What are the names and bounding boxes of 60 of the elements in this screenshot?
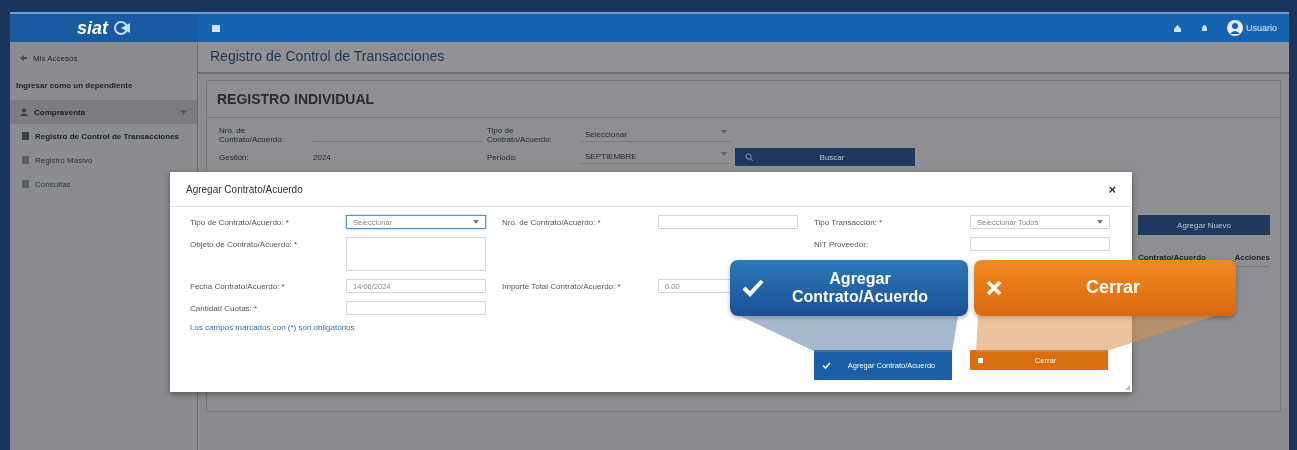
menu-icon <box>212 24 220 32</box>
siat-logo-text: siat <box>77 17 108 39</box>
sidebar-heading: Ingresar como un dependiente <box>15 79 134 92</box>
field-label: Importe Total Contrato/Acuerdo: * <box>502 281 622 293</box>
add-new-button[interactable]: Agregar Nuevo <box>1138 215 1270 235</box>
callout-tooltip: Agregar Contrato/Acuerdo <box>730 260 968 316</box>
dialog-title: Agregar Contrato/Acuerdo <box>186 183 303 195</box>
field-label: Tipo Transacción: * <box>814 217 884 229</box>
check-icon <box>742 279 764 297</box>
avatar-icon <box>1227 20 1243 36</box>
text-area[interactable] <box>346 237 486 271</box>
home-button[interactable] <box>1173 23 1182 33</box>
field-label: Tipo de Contrato/Acuerdo: * <box>190 217 290 229</box>
sidebar-item[interactable]: Registro de Control de Transacciones <box>10 124 190 148</box>
input-field[interactable] <box>346 301 486 315</box>
sidebar-item[interactable]: Mis Accesos <box>10 46 88 70</box>
field-label: NIT Proveedor: <box>814 239 870 251</box>
document-icon <box>22 132 29 140</box>
filter-label: Nro. de Contrato/Acuerdo: <box>219 126 285 144</box>
caret-icon <box>1097 220 1103 224</box>
menu-button[interactable] <box>212 24 220 32</box>
filter-value: 2024 <box>313 152 332 162</box>
resize-grip-icon <box>1125 385 1130 390</box>
document-icon <box>22 180 29 188</box>
bell-icon <box>1200 23 1209 33</box>
user-menu[interactable]: Usuario <box>1227 20 1277 36</box>
filter-label: Tipo de Contrato/Acuerdo: <box>487 126 553 144</box>
document-icon <box>22 156 29 164</box>
input-field[interactable] <box>970 237 1110 251</box>
section-title: REGISTRO INDIVIDUAL <box>207 81 1280 118</box>
caret-icon <box>473 220 479 224</box>
sidebar-item[interactable]: Registro Masivo <box>10 148 103 172</box>
check-icon <box>822 361 831 369</box>
column-header: Acciones <box>1234 253 1270 262</box>
search-icon <box>745 153 753 161</box>
home-icon <box>1173 23 1182 33</box>
callout-tooltip: Cerrar <box>974 260 1236 316</box>
field-label: Fecha Contrato/Acuerdo: * <box>190 281 286 293</box>
filter-label: Gestión: <box>219 152 250 162</box>
filter-dropdown[interactable]: SEPTIEMBRE <box>581 150 731 164</box>
close-button[interactable]: × <box>1108 181 1116 197</box>
close-icon <box>986 280 1002 296</box>
column-header: Contrato/Acuerdo <box>1138 253 1206 262</box>
sidebar-item[interactable]: Consultas <box>10 172 81 196</box>
caret-icon <box>721 130 727 134</box>
field-label: Nro. de Contrato/Acuerdo: * <box>502 217 602 229</box>
person-icon <box>20 108 28 116</box>
field-label: Objeto de Contrato/Acuerdo: * <box>190 239 299 251</box>
sidebar-group[interactable]: Compraventa <box>10 100 197 124</box>
filter-dropdown[interactable]: Seleccionar <box>581 128 731 142</box>
required-note: Los campos marcados con (*) son obligatorios <box>190 323 355 332</box>
filter-label: Periodo: <box>487 152 518 162</box>
notifications-button[interactable] <box>1200 23 1209 33</box>
logo-icon <box>113 20 131 36</box>
search-button[interactable]: Buscar <box>735 148 915 166</box>
arrow-icon <box>20 55 27 61</box>
field-label: Cantidad Cuotas: * <box>190 303 259 315</box>
page-title: Registro de Control de Transacciones <box>198 42 1289 74</box>
caret-icon <box>721 152 727 156</box>
input-field[interactable] <box>658 215 798 229</box>
